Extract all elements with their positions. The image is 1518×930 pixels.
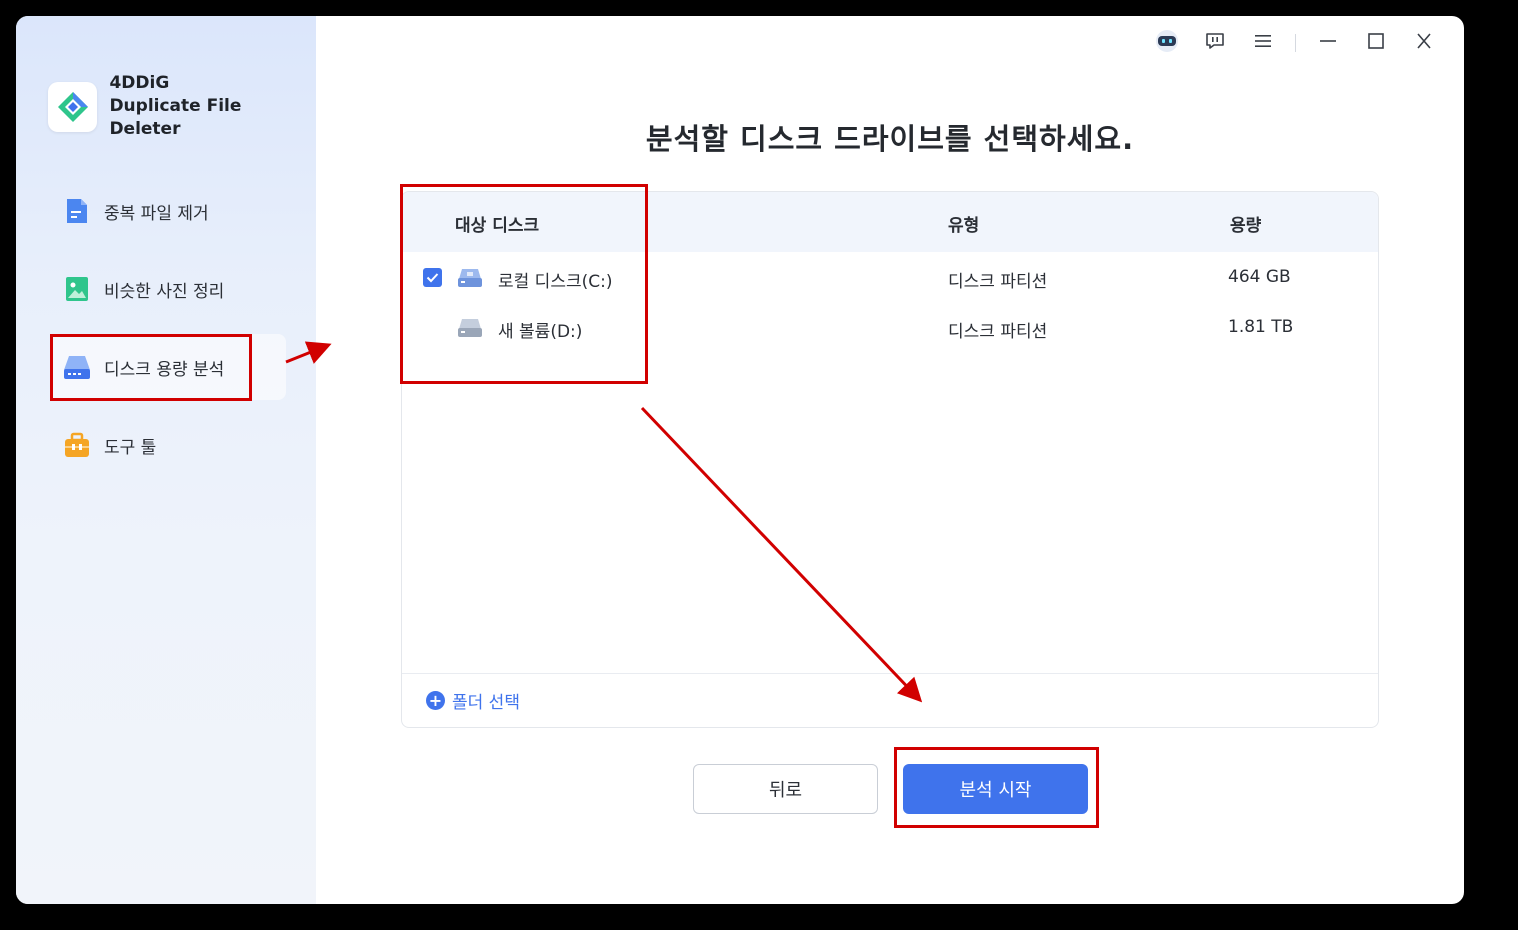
column-header-disk: 대상 디스크 bbox=[455, 216, 540, 236]
sidebar-item-tools[interactable]: 도구 툴 bbox=[50, 412, 286, 478]
minimize-icon bbox=[1319, 33, 1337, 53]
assistant-button[interactable] bbox=[1143, 30, 1191, 56]
toolbox-icon bbox=[62, 430, 92, 460]
sidebar-item-label: 디스크 용량 분석 bbox=[104, 359, 225, 380]
sidebar-item-label: 중복 파일 제거 bbox=[104, 203, 209, 224]
maximize-icon bbox=[1367, 33, 1385, 53]
titlebar-divider bbox=[1295, 34, 1296, 52]
disk-capacity: 1.81 TB bbox=[1228, 317, 1294, 337]
brand-text: 4DDiG Duplicate File Deleter bbox=[109, 72, 316, 141]
folder-select-label: 폴더 선택 bbox=[452, 693, 520, 713]
brand: 4DDiG Duplicate File Deleter bbox=[48, 72, 316, 141]
sidebar: 4DDiG Duplicate File Deleter 중복 파일 제거 비슷… bbox=[16, 16, 316, 904]
image-icon bbox=[62, 274, 92, 304]
column-header-capacity: 용량 bbox=[1230, 216, 1262, 236]
file-icon bbox=[62, 196, 92, 226]
app-subtitle: Duplicate File Deleter bbox=[109, 96, 242, 139]
disk-type: 디스크 파티션 bbox=[948, 272, 1048, 292]
close-button[interactable] bbox=[1400, 32, 1448, 54]
disk-table-panel: 대상 디스크 유형 용량 로컬 디스크(C:) 디스크 파티션 464 GB 새… bbox=[401, 191, 1379, 728]
check-icon bbox=[426, 273, 439, 283]
robot-icon bbox=[1154, 30, 1180, 56]
page-title: 분석할 디스크 드라이브를 선택하세요. bbox=[645, 122, 1135, 156]
back-button[interactable]: 뒤로 bbox=[693, 764, 878, 814]
sidebar-item-duplicate-files[interactable]: 중복 파일 제거 bbox=[50, 178, 286, 244]
column-header-type: 유형 bbox=[948, 216, 980, 236]
disk-type: 디스크 파티션 bbox=[948, 322, 1048, 342]
menu-button[interactable] bbox=[1239, 32, 1287, 54]
drive-icon bbox=[457, 267, 483, 294]
table-header: 대상 디스크 유형 용량 bbox=[402, 192, 1378, 252]
disk-icon bbox=[62, 352, 92, 382]
plus-icon: + bbox=[426, 691, 445, 710]
menu-icon bbox=[1254, 33, 1272, 53]
close-icon bbox=[1415, 33, 1433, 53]
sidebar-item-disk-analysis[interactable]: 디스크 용량 분석 bbox=[50, 334, 286, 400]
sidebar-item-label: 도구 툴 bbox=[104, 437, 157, 458]
drive-icon bbox=[457, 317, 483, 344]
sidebar-item-similar-photos[interactable]: 비슷한 사진 정리 bbox=[50, 256, 286, 322]
sidebar-item-label: 비슷한 사진 정리 bbox=[104, 281, 225, 302]
feedback-icon bbox=[1205, 32, 1225, 54]
titlebar-controls bbox=[1143, 30, 1448, 56]
disk-name: 새 볼륨(D:) bbox=[498, 322, 583, 342]
feedback-button[interactable] bbox=[1191, 32, 1239, 54]
folder-select-button[interactable]: + 폴더 선택 bbox=[402, 673, 1378, 727]
disk-name: 로컬 디스크(C:) bbox=[498, 272, 613, 292]
table-row[interactable]: 로컬 디스크(C:) 디스크 파티션 464 GB bbox=[402, 253, 1378, 303]
disk-capacity: 464 GB bbox=[1228, 267, 1291, 287]
app-logo-icon bbox=[48, 81, 98, 132]
app-window: 4DDiG Duplicate File Deleter 중복 파일 제거 비슷… bbox=[16, 16, 1464, 904]
app-name: 4DDiG bbox=[109, 73, 170, 93]
maximize-button[interactable] bbox=[1352, 32, 1400, 54]
start-analysis-button[interactable]: 분석 시작 bbox=[903, 764, 1088, 814]
disk-checkbox[interactable] bbox=[423, 268, 442, 287]
minimize-button[interactable] bbox=[1304, 32, 1352, 54]
table-row[interactable]: 새 볼륨(D:) 디스크 파티션 1.81 TB bbox=[402, 303, 1378, 353]
